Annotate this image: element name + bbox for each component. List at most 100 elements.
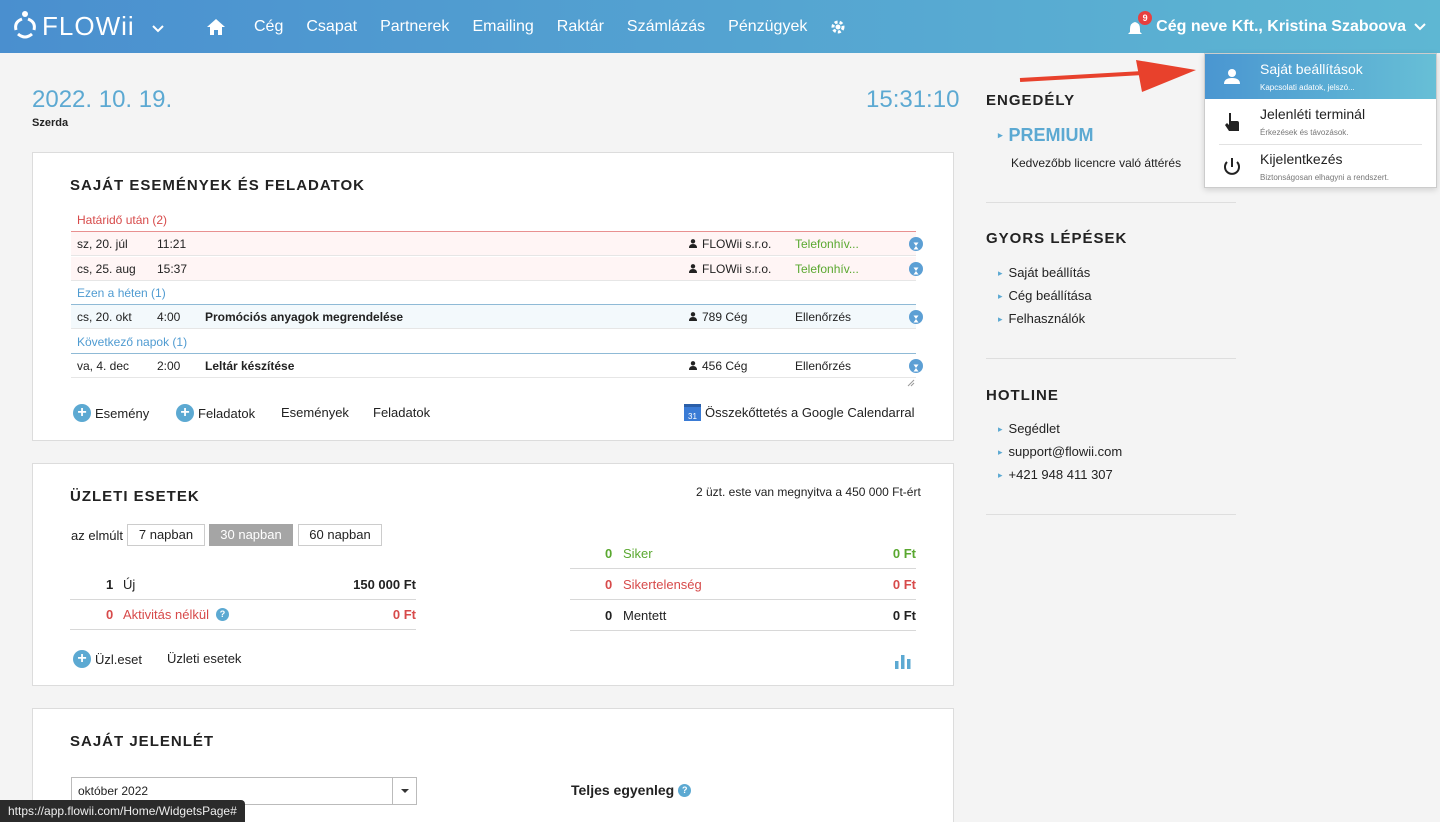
table-row[interactable]: cs, 25. aug 15:37 FLOWii s.r.o. Telefonh… <box>71 257 923 281</box>
hourglass-icon[interactable] <box>909 310 923 324</box>
case-amount: 0 Ft <box>892 608 916 623</box>
event-time: 11:21 <box>157 237 187 251</box>
divider <box>986 202 1236 203</box>
list-item[interactable]: 1 Új 150 000 Ft <box>70 570 416 600</box>
person-icon <box>689 361 697 370</box>
event-type: Ellenőrzés <box>795 359 852 373</box>
chevron-down-icon <box>392 778 416 804</box>
hotline-link-help[interactable]: Segédlet <box>998 421 1060 436</box>
event-company[interactable]: 456 Cég <box>689 354 747 378</box>
chevron-down-icon[interactable] <box>152 20 164 36</box>
bar-chart-icon[interactable] <box>894 653 912 669</box>
quick-link-users[interactable]: Felhasználók <box>998 311 1086 326</box>
case-label: Aktivitás nélkül <box>123 607 209 622</box>
divider <box>986 358 1236 359</box>
annotation-arrow <box>1019 60 1196 92</box>
nav-item-raktar[interactable]: Raktár <box>557 18 604 36</box>
person-icon <box>689 312 697 321</box>
divider <box>986 514 1236 515</box>
table-row[interactable]: cs, 20. okt 4:00 Promóciós anyagok megre… <box>71 305 923 329</box>
power-icon <box>1224 158 1240 175</box>
bell-icon[interactable]: 9 <box>1128 10 1153 36</box>
event-date: va, 4. dec <box>77 359 130 373</box>
plus-icon: + <box>73 650 91 668</box>
help-icon[interactable]: ? <box>216 608 229 621</box>
premium-description[interactable]: Kedvezőbb licencre való áttérés <box>1011 156 1181 170</box>
quick-link-company-settings[interactable]: Cég beállítása <box>998 288 1092 303</box>
person-icon <box>689 264 697 273</box>
plus-icon: + <box>176 404 194 422</box>
user-menu[interactable]: 9 Cég neve Kft., Kristina Szaboova <box>1128 0 1426 53</box>
period-30-days[interactable]: 30 napban <box>209 524 293 546</box>
attendance-title: SAJÁT JELENLÉT <box>70 733 215 750</box>
event-title[interactable]: Promóciós anyagok megrendelése <box>205 305 403 329</box>
user-name[interactable]: Cég neve Kft., Kristina Szaboova <box>1156 18 1406 36</box>
event-title[interactable]: Leltár készítése <box>205 354 294 378</box>
menu-item-label: Kijelentkezés <box>1260 151 1343 167</box>
hourglass-icon[interactable] <box>909 262 923 276</box>
add-event-button[interactable]: + Esemény <box>73 404 149 422</box>
add-task-label: Feladatok <box>198 405 256 421</box>
current-date: 2022. 10. 19. <box>32 86 173 113</box>
case-amount: 0 Ft <box>392 607 416 622</box>
event-type: Ellenőrzés <box>795 310 852 324</box>
menu-item-attendance-terminal[interactable]: Jelenléti terminál Érkezések és távozáso… <box>1205 99 1436 144</box>
menu-item-sub: Biztonságosan elhagyni a rendszert. <box>1260 173 1389 182</box>
list-item[interactable]: 0 Aktivitás nélkül ? 0 Ft <box>70 600 416 630</box>
menu-item-own-settings[interactable]: Saját beállítások Kapcsolati adatok, jel… <box>1205 54 1436 99</box>
google-calendar-link[interactable]: 31 Összekőttetés a Google Calendarral <box>684 404 915 421</box>
hand-pointer-icon <box>1225 113 1239 131</box>
premium-link[interactable]: ▸ PREMIUM <box>998 125 1094 146</box>
event-company[interactable]: 789 Cég <box>689 305 747 329</box>
user-dropdown-menu: Saját beállítások Kapcsolati adatok, jel… <box>1204 53 1437 188</box>
help-icon[interactable]: ? <box>678 783 692 797</box>
nav-item-szamlazas[interactable]: Számlázás <box>627 18 705 36</box>
event-company-name: FLOWii s.r.o. <box>702 237 772 251</box>
events-link[interactable]: Események <box>281 405 349 420</box>
user-icon <box>1224 69 1240 84</box>
hourglass-icon[interactable] <box>909 359 923 373</box>
nav-item-emailing[interactable]: Emailing <box>472 18 533 36</box>
case-label: Siker <box>623 546 653 561</box>
tasks-link[interactable]: Feladatok <box>373 405 430 420</box>
hotline-link-phone[interactable]: +421 948 411 307 <box>998 467 1113 482</box>
quick-link-own-settings[interactable]: Saját beállítás <box>998 265 1091 280</box>
hourglass-icon[interactable] <box>909 237 923 251</box>
event-company-name: 789 Cég <box>702 310 748 324</box>
nav-item-ceg[interactable]: Cég <box>254 18 283 36</box>
table-row[interactable]: sz, 20. júl 11:21 FLOWii s.r.o. Telefonh… <box>71 232 923 256</box>
flowii-logo[interactable]: FLOWii <box>12 10 135 42</box>
nav-item-partnerek[interactable]: Partnerek <box>380 18 449 36</box>
menu-item-logout[interactable]: Kijelentkezés Biztonságosan elhagyni a r… <box>1205 144 1436 189</box>
business-cases-link[interactable]: Üzleti esetek <box>167 651 241 666</box>
hotline-title: HOTLINE <box>986 387 1059 404</box>
menu-item-label: Saját beállítások <box>1260 61 1363 77</box>
add-task-button[interactable]: + Feladatok <box>176 404 255 422</box>
event-company[interactable]: FLOWii s.r.o. <box>689 257 771 281</box>
event-company-name: FLOWii s.r.o. <box>702 262 772 276</box>
table-row[interactable]: va, 4. dec 2:00 Leltár készítése 456 Cég… <box>71 354 923 378</box>
hotline-link-email[interactable]: support@flowii.com <box>998 444 1123 459</box>
resize-handle-icon[interactable] <box>907 379 915 387</box>
gear-icon[interactable] <box>830 19 846 35</box>
premium-label: PREMIUM <box>1008 125 1094 145</box>
home-icon[interactable] <box>206 17 226 37</box>
balance-label-text: Teljes egyenleg <box>571 782 675 798</box>
list-item[interactable]: 0 Sikertelenség 0 Ft <box>570 570 916 600</box>
person-icon <box>689 239 697 248</box>
nav-item-penzugyek[interactable]: Pénzügyek <box>728 18 807 36</box>
status-bar-url: https://app.flowii.com/Home/WidgetsPage# <box>0 800 245 822</box>
nav-item-csapat[interactable]: Csapat <box>306 18 357 36</box>
list-item[interactable]: 0 Siker 0 Ft <box>570 539 916 569</box>
logo-text: FLOWii <box>42 10 135 41</box>
case-count: 0 <box>106 607 114 622</box>
chevron-down-icon[interactable] <box>1414 22 1426 31</box>
period-7-days[interactable]: 7 napban <box>127 524 205 546</box>
period-60-days[interactable]: 60 napban <box>298 524 382 546</box>
add-business-case-button[interactable]: + Üzl.eset <box>73 650 142 668</box>
google-calendar-label: Összekőttetés a Google Calendarral <box>705 405 915 420</box>
notification-badge: 9 <box>1138 10 1153 25</box>
event-company[interactable]: FLOWii s.r.o. <box>689 232 771 256</box>
list-item[interactable]: 0 Mentett 0 Ft <box>570 601 916 631</box>
case-label: Mentett <box>623 608 667 623</box>
